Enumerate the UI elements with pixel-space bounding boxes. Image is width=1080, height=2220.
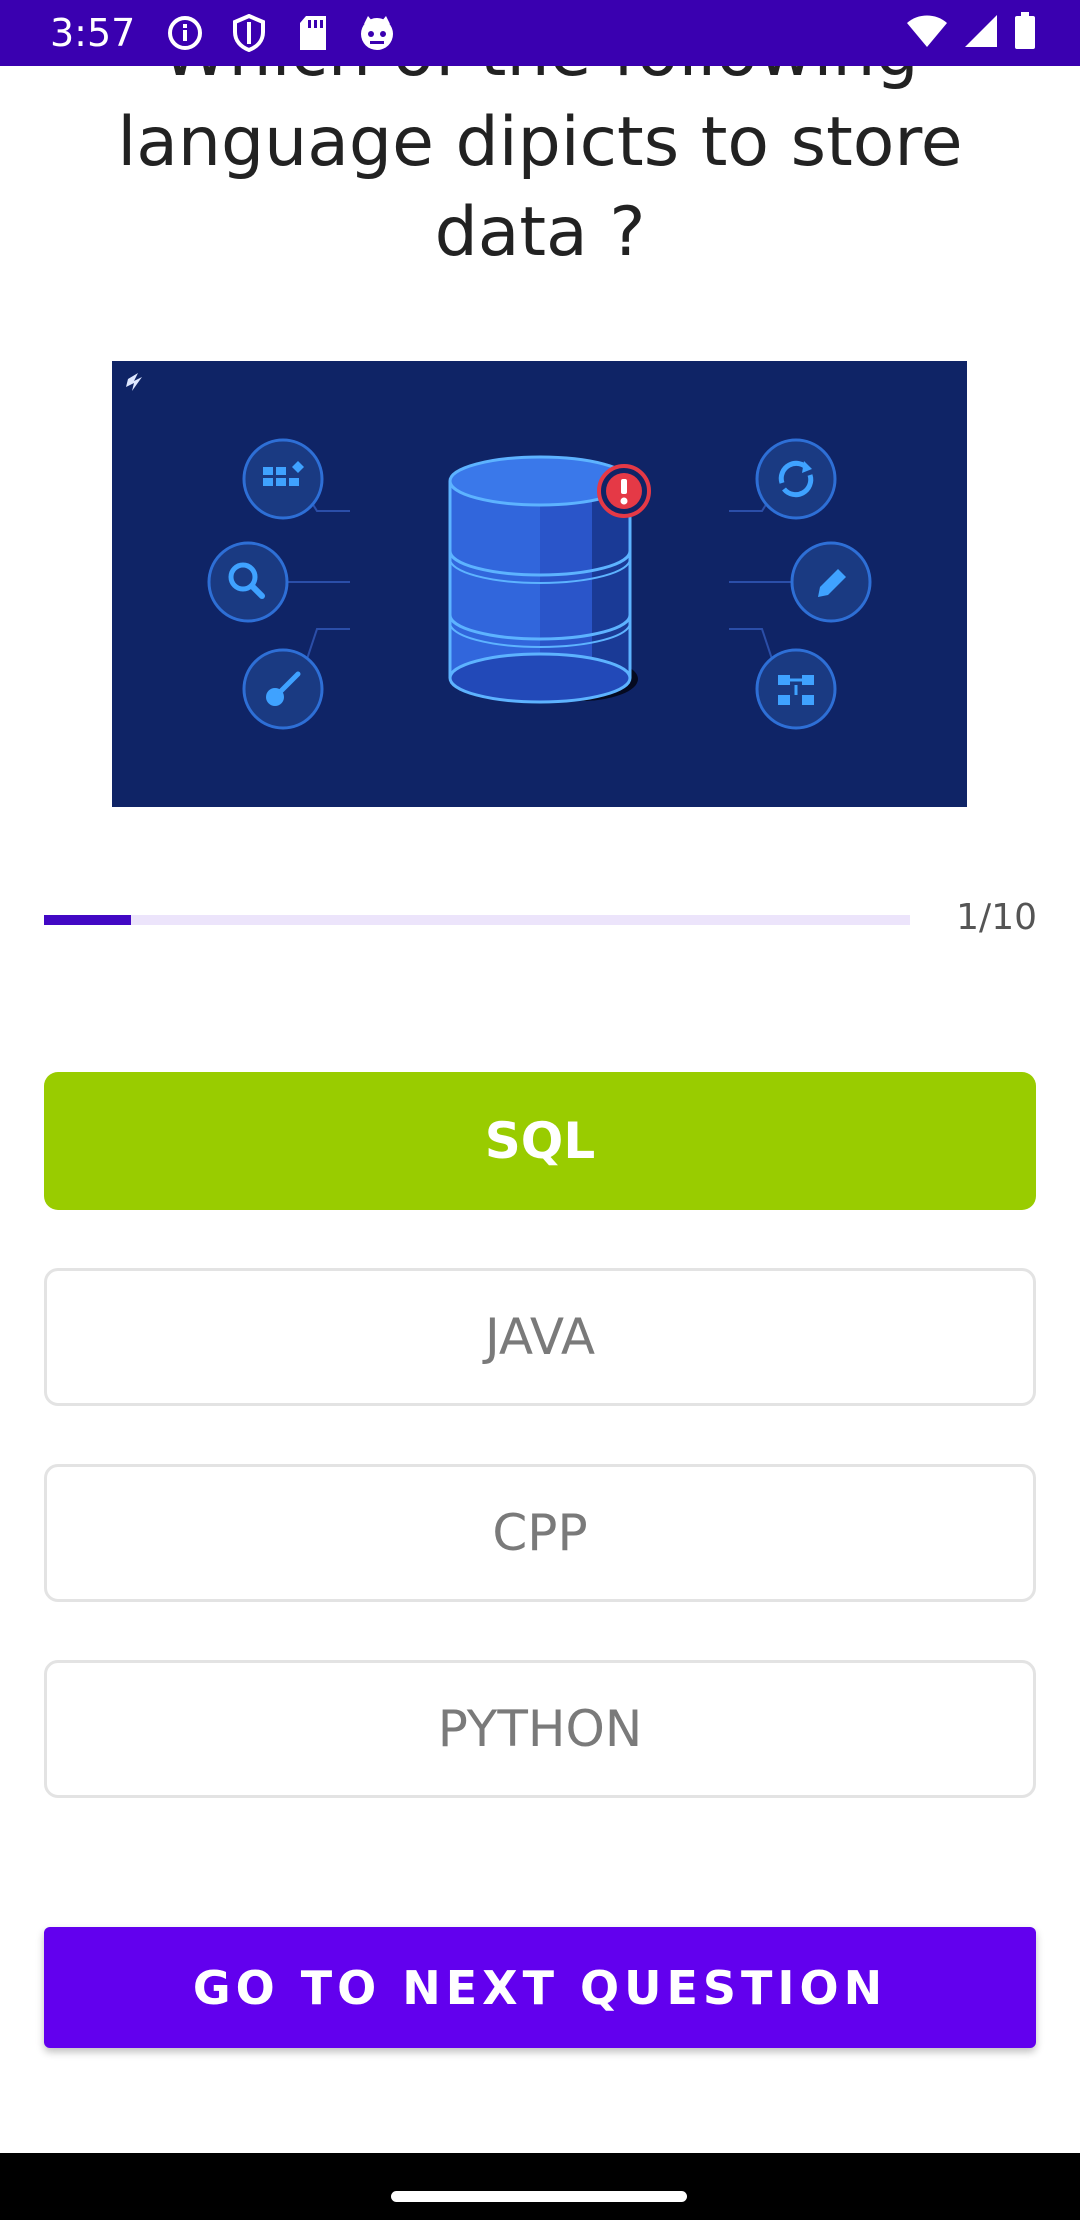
sd-card-icon <box>293 13 333 53</box>
signal-icon <box>964 14 998 53</box>
brand-logo-icon <box>126 373 142 391</box>
search-icon <box>207 541 289 623</box>
status-bar: 3:57 <box>0 0 1080 66</box>
option-python-button[interactable]: PYTHON <box>44 1660 1036 1798</box>
network-icon <box>755 648 837 730</box>
option-java-button[interactable]: JAVA <box>44 1268 1036 1406</box>
next-question-button[interactable]: GO TO NEXT QUESTION <box>44 1927 1036 2048</box>
shield-icon <box>229 13 269 53</box>
progress-bar-fill <box>44 915 131 925</box>
quiz-screen: Which of the following language dipicts … <box>0 0 1080 2220</box>
alert-icon <box>597 464 651 518</box>
option-sql-button[interactable]: SQL <box>44 1072 1036 1210</box>
progress-counter: 1/10 <box>956 897 1037 938</box>
status-time: 3:57 <box>50 11 136 55</box>
info-icon <box>165 13 205 53</box>
status-right-icons <box>906 11 1036 55</box>
grid-plus-icon <box>242 438 324 520</box>
database-illustration <box>112 361 967 807</box>
battery-icon <box>1014 11 1036 55</box>
cat-face-icon <box>357 13 397 53</box>
wifi-icon <box>906 14 948 53</box>
edit-icon <box>790 541 872 623</box>
option-cpp-button[interactable]: CPP <box>44 1464 1036 1602</box>
progress-bar <box>44 915 910 925</box>
home-gesture-handle[interactable] <box>391 2191 687 2202</box>
navigation-bar <box>0 2153 1080 2220</box>
key-icon <box>242 648 324 730</box>
sync-icon <box>755 438 837 520</box>
